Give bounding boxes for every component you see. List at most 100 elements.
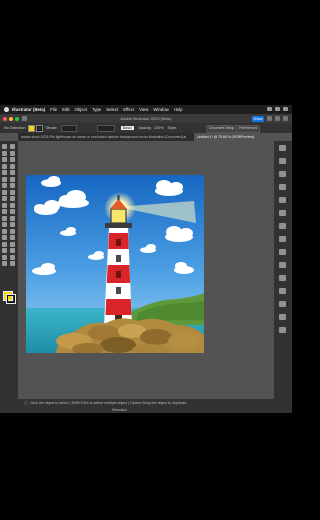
ellipse-icon[interactable]: [10, 176, 15, 182]
panel-dock: [274, 141, 292, 399]
control-bar: No Selection Stroke: Basic Opacity: 100%…: [0, 123, 292, 133]
transform-icon[interactable]: [279, 327, 286, 333]
wifi-icon[interactable]: [267, 107, 272, 111]
swatches-icon[interactable]: [279, 197, 286, 203]
edit-toolbar-icon[interactable]: [10, 261, 15, 266]
stroke-swatch[interactable]: [35, 124, 43, 132]
document-tabs: adobe-stock-2023-Fthi lighthouse on ocea…: [18, 133, 277, 141]
artboard[interactable]: [26, 175, 204, 353]
menu-file[interactable]: File: [50, 107, 57, 112]
graph-icon[interactable]: [2, 248, 7, 253]
width-icon[interactable]: [10, 209, 15, 214]
selection-status: No Selection: [4, 126, 26, 130]
touch-type-icon[interactable]: [10, 163, 15, 169]
illustrator-window: Illustrator (Beta) File Edit Object Type…: [0, 105, 292, 413]
menu-select[interactable]: Select: [106, 107, 118, 112]
line-tool-icon[interactable]: [2, 170, 7, 175]
canvas-area[interactable]: [18, 141, 274, 399]
blend-icon[interactable]: [2, 241, 7, 247]
properties-icon[interactable]: [279, 145, 286, 151]
layers-icon[interactable]: [279, 158, 286, 164]
paintbrush-icon[interactable]: [2, 183, 7, 188]
scissors-icon[interactable]: [10, 196, 15, 201]
reflect-icon[interactable]: [10, 202, 15, 208]
status-tool-label[interactable]: Selection: [112, 408, 127, 412]
slice-icon[interactable]: [2, 254, 7, 260]
fill-swatch[interactable]: [27, 124, 35, 132]
apple-icon[interactable]: [4, 107, 9, 112]
stroke-icon[interactable]: [279, 236, 286, 242]
pathfinder-icon[interactable]: [279, 314, 286, 320]
fill-stroke-widget[interactable]: [3, 291, 16, 304]
window-title: Adobe Illustrator 2023 (Beta): [120, 116, 172, 122]
tab-stock-file[interactable]: adobe-stock-2023-Fthi lighthouse on ocea…: [18, 133, 197, 141]
perspective-icon[interactable]: [2, 228, 7, 234]
menu-effect[interactable]: Effect: [123, 107, 134, 112]
menu-view[interactable]: View: [139, 107, 148, 112]
scale-icon[interactable]: [2, 209, 7, 214]
brush-style[interactable]: Basic: [120, 126, 134, 130]
brushes-icon[interactable]: [279, 210, 286, 216]
type-tool-icon[interactable]: [2, 163, 7, 169]
transparency-icon[interactable]: [279, 262, 286, 268]
pencil-icon[interactable]: [2, 189, 7, 195]
menu-edit[interactable]: Edit: [62, 107, 69, 112]
status-bar: Click the object to select | Shift+Click…: [0, 399, 292, 413]
battery-icon[interactable]: [275, 107, 280, 111]
eraser-icon[interactable]: [2, 196, 7, 201]
variable-width-field[interactable]: [96, 124, 115, 132]
tools-grid: [2, 144, 16, 268]
panel-icons: [279, 145, 286, 333]
rotate-icon[interactable]: [2, 202, 7, 208]
preferences-button[interactable]: Preferences: [236, 125, 261, 133]
stroke-label: Stroke:: [45, 126, 58, 130]
stroke-color-box[interactable]: [6, 294, 16, 304]
lasso-icon[interactable]: [10, 150, 15, 156]
color-icon[interactable]: [279, 184, 286, 190]
direct-selection-tool-icon[interactable]: [10, 144, 15, 149]
libraries-icon[interactable]: [279, 171, 286, 177]
free-transform-icon[interactable]: [2, 215, 7, 221]
gradient-panel-icon[interactable]: [279, 249, 286, 255]
opacity-value[interactable]: 100%: [154, 126, 164, 130]
symbol-sprayer-icon[interactable]: [10, 241, 15, 247]
document-setup-button[interactable]: Document Setup: [206, 125, 238, 133]
menu-object[interactable]: Object: [75, 107, 87, 112]
eyedropper-icon[interactable]: [10, 235, 15, 240]
menu-help[interactable]: Help: [174, 107, 183, 112]
puppet-warp-icon[interactable]: [10, 215, 15, 221]
graphic-styles-icon[interactable]: [279, 288, 286, 294]
zoom-dropdown[interactable]: [24, 400, 28, 405]
gradient-icon[interactable]: [2, 235, 7, 240]
arc-icon[interactable]: [10, 170, 15, 175]
blob-brush-icon[interactable]: [10, 183, 15, 188]
mesh-icon[interactable]: [10, 228, 15, 234]
align-icon[interactable]: [279, 301, 286, 307]
zoom-tool-icon[interactable]: [2, 261, 7, 266]
pen-tool-icon[interactable]: [2, 157, 7, 162]
shape-builder-icon[interactable]: [2, 222, 7, 227]
symbols-icon[interactable]: [279, 223, 286, 229]
hand-tool-icon[interactable]: [10, 254, 15, 260]
menu-window[interactable]: Window: [153, 107, 168, 112]
rectangle-tool-icon[interactable]: [2, 176, 7, 182]
share-button[interactable]: Share: [252, 115, 264, 122]
selection-tool-icon[interactable]: [2, 144, 7, 149]
cloud-icon[interactable]: [283, 116, 288, 121]
appearance-icon[interactable]: [279, 275, 286, 281]
artboard-tool-icon[interactable]: [10, 248, 15, 253]
magic-wand-icon[interactable]: [2, 150, 7, 156]
workspace-icon[interactable]: [275, 116, 280, 121]
menu-type[interactable]: Type: [92, 107, 101, 112]
live-paint-icon[interactable]: [10, 222, 15, 227]
status-hint: Click the object to select | Shift+Click…: [30, 401, 187, 405]
shaper-icon[interactable]: [10, 189, 15, 195]
tools-panel: [0, 141, 18, 399]
tab-untitled[interactable]: Untitled-1* @ 75.68 % (RGB/Preview): [194, 133, 277, 141]
menu-app[interactable]: Illustrator (Beta): [12, 107, 45, 112]
title-bar: Adobe Illustrator 2023 (Beta) Share: [0, 114, 292, 123]
control-center-icon[interactable]: [283, 107, 288, 111]
search-icon[interactable]: [267, 116, 272, 121]
curvature-icon[interactable]: [10, 157, 15, 162]
stroke-weight-field[interactable]: [60, 124, 77, 132]
